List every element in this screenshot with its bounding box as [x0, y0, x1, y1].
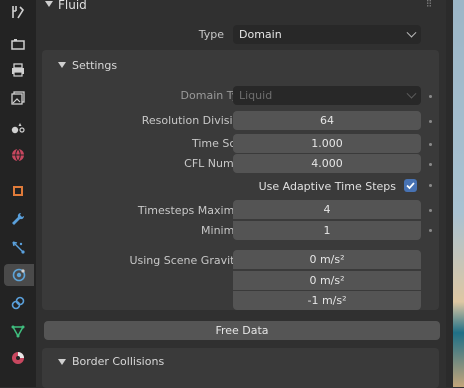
time-scale-field[interactable]: 1.000	[233, 134, 421, 153]
tool-icon	[12, 6, 25, 19]
type-dropdown-value: Domain	[239, 28, 282, 41]
data-tab[interactable]	[6, 320, 30, 342]
material-icon	[12, 352, 24, 364]
view-layer-tab[interactable]	[6, 87, 30, 109]
settings-title: Settings	[72, 59, 118, 72]
domain-type-value: Liquid	[239, 89, 273, 102]
keyframe-dot[interactable]	[429, 229, 432, 232]
mesh-data-icon	[11, 325, 25, 338]
keyframe-dot[interactable]	[429, 184, 432, 187]
constraints-tab[interactable]	[6, 292, 30, 314]
border-collisions-title: Border Collisions	[72, 355, 165, 368]
settings-header[interactable]: Settings	[36, 58, 446, 74]
timesteps-maximum-label: Timesteps Maximum	[137, 204, 252, 217]
free-data-button[interactable]: Free Data	[44, 321, 440, 340]
physics-icon	[12, 268, 26, 282]
type-dropdown[interactable]: Domain	[233, 25, 421, 44]
time-scale-label: Time Scale	[191, 137, 252, 150]
properties-tab-bar	[0, 0, 36, 387]
collapse-arrow-icon[interactable]	[45, 1, 53, 7]
border-collisions-collapse-arrow-icon[interactable]	[58, 359, 66, 365]
cfl-number-label: CFL Number	[184, 157, 252, 170]
camera-back-icon	[11, 39, 25, 50]
keyframe-dot[interactable]	[429, 143, 432, 146]
world-icon	[12, 148, 24, 162]
keyframe-dot[interactable]	[429, 95, 432, 98]
settings-collapse-arrow-icon[interactable]	[58, 62, 66, 68]
world-tab[interactable]	[6, 144, 30, 166]
printer-icon	[12, 63, 24, 77]
fluid-panel-title: Fluid	[58, 0, 87, 12]
wrench-icon	[12, 212, 25, 225]
keyframe-dot[interactable]	[429, 120, 432, 123]
resolution-divisions-label: Resolution Divisions	[141, 114, 252, 127]
gravity-z-field[interactable]: -1 m/s²	[233, 290, 421, 310]
render-tab[interactable]	[6, 33, 30, 55]
border-collisions-header[interactable]: Border Collisions	[36, 355, 446, 371]
object-tab[interactable]	[6, 180, 30, 202]
adaptive-time-steps-checkbox[interactable]	[404, 179, 417, 192]
scene-tab[interactable]	[6, 116, 30, 138]
keyframe-dot[interactable]	[429, 163, 432, 166]
gravity-x-field[interactable]: 0 m/s²	[233, 250, 421, 269]
resolution-divisions-field[interactable]: 64	[233, 111, 421, 130]
drag-handle-icon[interactable]: ⁝⁝	[426, 0, 432, 10]
domain-type-label: Domain Type	[180, 89, 252, 102]
modifiers-tab[interactable]	[6, 208, 30, 230]
adaptive-time-steps-label: Use Adaptive Time Steps	[258, 180, 396, 193]
checkmark-icon	[406, 182, 415, 190]
chevron-down-icon	[406, 88, 417, 99]
timesteps-maximum-field[interactable]: 4	[233, 200, 421, 219]
timesteps-minimum-label: Minimum	[201, 224, 252, 237]
cfl-number-field[interactable]: 4.000	[233, 154, 421, 173]
timesteps-minimum-field[interactable]: 1	[233, 220, 421, 240]
scrollbar-track[interactable]	[446, 0, 453, 387]
viewport-edge	[446, 0, 464, 387]
output-tab[interactable]	[6, 59, 30, 81]
domain-type-dropdown[interactable]: Liquid	[233, 86, 421, 105]
physics-tab[interactable]	[4, 264, 34, 286]
object-icon	[13, 186, 23, 196]
scene-gravity-x-label: Using Scene Gravity X	[129, 254, 252, 267]
particles-icon	[12, 241, 25, 254]
fluid-panel-header[interactable]: Fluid ⁝⁝	[36, 0, 446, 14]
scene-icon	[11, 123, 25, 134]
image-layers-icon	[11, 91, 25, 105]
keyframe-dot[interactable]	[429, 209, 432, 212]
tool-tab[interactable]	[6, 1, 30, 23]
constraints-icon	[11, 296, 25, 310]
fluid-properties-panel: Fluid ⁝⁝ Type Domain Settings Domain Typ…	[36, 0, 446, 388]
chevron-down-icon	[406, 27, 417, 38]
material-tab[interactable]	[6, 347, 30, 369]
gravity-y-field[interactable]: 0 m/s²	[233, 270, 421, 290]
type-label: Type	[198, 28, 224, 41]
particles-tab[interactable]	[6, 236, 30, 258]
